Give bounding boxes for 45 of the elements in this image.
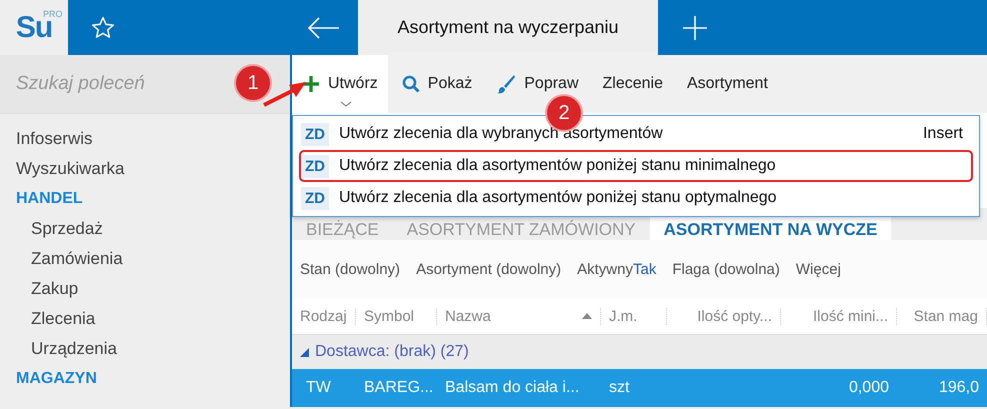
filter-button[interactable]: Asortyment (dowolny): [408, 260, 570, 278]
nav-item[interactable]: Urządzenia: [0, 334, 290, 364]
document-code-icon: ZD: [301, 154, 329, 178]
filter-button[interactable]: Więcej: [788, 260, 849, 278]
document-code-icon: ZD: [301, 186, 329, 210]
menu-item[interactable]: ZD Utwórz zlecenia dla asortymentów poniżej stanu minimalnego: [299, 150, 973, 182]
search-icon: [402, 75, 420, 93]
table-cell: Balsam do ciała i...: [445, 379, 580, 396]
table-cell: 0,000: [848, 379, 889, 396]
add-tab-icon[interactable]: [682, 14, 708, 40]
pointer-arrow: [262, 80, 308, 108]
column-header[interactable]: Nazwa: [437, 308, 601, 324]
table-cell: 196,0: [938, 379, 979, 396]
column-header[interactable]: Stan mag: [897, 308, 987, 324]
logo-label: PRO: [43, 9, 63, 19]
plus-icon: [302, 75, 320, 93]
back-arrow-icon[interactable]: [308, 16, 340, 38]
nav-item[interactable]: Zamówienia: [0, 244, 290, 274]
table-cell: szt: [609, 379, 630, 396]
column-header[interactable]: Ilość opty...: [667, 308, 781, 324]
table-cell: BAREG...: [364, 379, 434, 396]
nav-item[interactable]: Infoserwis: [0, 124, 290, 154]
column-header[interactable]: J.m.: [601, 308, 667, 324]
toolbar-button[interactable]: Pokaż: [392, 55, 482, 113]
toolbar-button[interactable]: Utwórz: [292, 55, 388, 113]
caret-icon: [340, 101, 352, 107]
filter-button[interactable]: Flaga (dowolna): [664, 260, 788, 278]
column-header[interactable]: Rodzaj: [292, 308, 356, 324]
column-header[interactable]: Ilość mini...: [781, 308, 897, 324]
toolbar-button[interactable]: Asortyment: [676, 55, 778, 113]
group-row[interactable]: Dostawca: (brak) (27): [292, 335, 987, 369]
column-header[interactable]: Symbol: [356, 308, 437, 324]
nav-item[interactable]: Wyszukiwarka: [0, 154, 290, 184]
document-code-icon: ZD: [301, 122, 329, 146]
brush-icon: [496, 74, 516, 94]
star-icon[interactable]: [90, 14, 116, 40]
expander-icon[interactable]: [300, 348, 309, 356]
toolbar-button[interactable]: Zlecenie: [592, 55, 673, 113]
filter-button[interactable]: AktywnyTak: [569, 260, 664, 278]
nav-item[interactable]: Sprzedaż: [0, 214, 290, 244]
nav-item[interactable]: Zlecenia: [0, 304, 290, 334]
filter-button[interactable]: Stan (dowolny): [292, 260, 408, 278]
callout-badge: 1: [236, 66, 270, 100]
table-cell: TW: [306, 379, 331, 396]
nav-item[interactable]: Zakup: [0, 274, 290, 304]
